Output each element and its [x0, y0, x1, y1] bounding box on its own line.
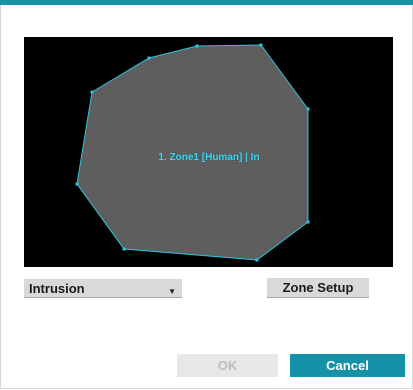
detection-type-value: Intrusion: [29, 281, 85, 296]
chevron-down-icon: ▼: [168, 287, 176, 296]
zone-vertex[interactable]: [147, 56, 151, 60]
zone-vertex[interactable]: [255, 258, 259, 262]
zone-vertex[interactable]: [90, 90, 94, 94]
zone-vertex[interactable]: [122, 247, 126, 251]
zone-vertex[interactable]: [306, 107, 310, 111]
zone-setup-button[interactable]: Zone Setup: [267, 278, 369, 298]
zone-label: 1. Zone1 [Human] | In: [158, 152, 260, 163]
detection-type-select[interactable]: Intrusion ▼: [24, 279, 182, 298]
camera-preview[interactable]: 1. Zone1 [Human] | In: [24, 37, 393, 267]
ok-button[interactable]: OK: [177, 354, 278, 377]
zone-vertex[interactable]: [75, 182, 79, 186]
cancel-button[interactable]: Cancel: [290, 354, 405, 377]
zone-vertex[interactable]: [259, 43, 263, 47]
zone-vertex[interactable]: [195, 44, 199, 48]
zone-vertex[interactable]: [306, 220, 310, 224]
